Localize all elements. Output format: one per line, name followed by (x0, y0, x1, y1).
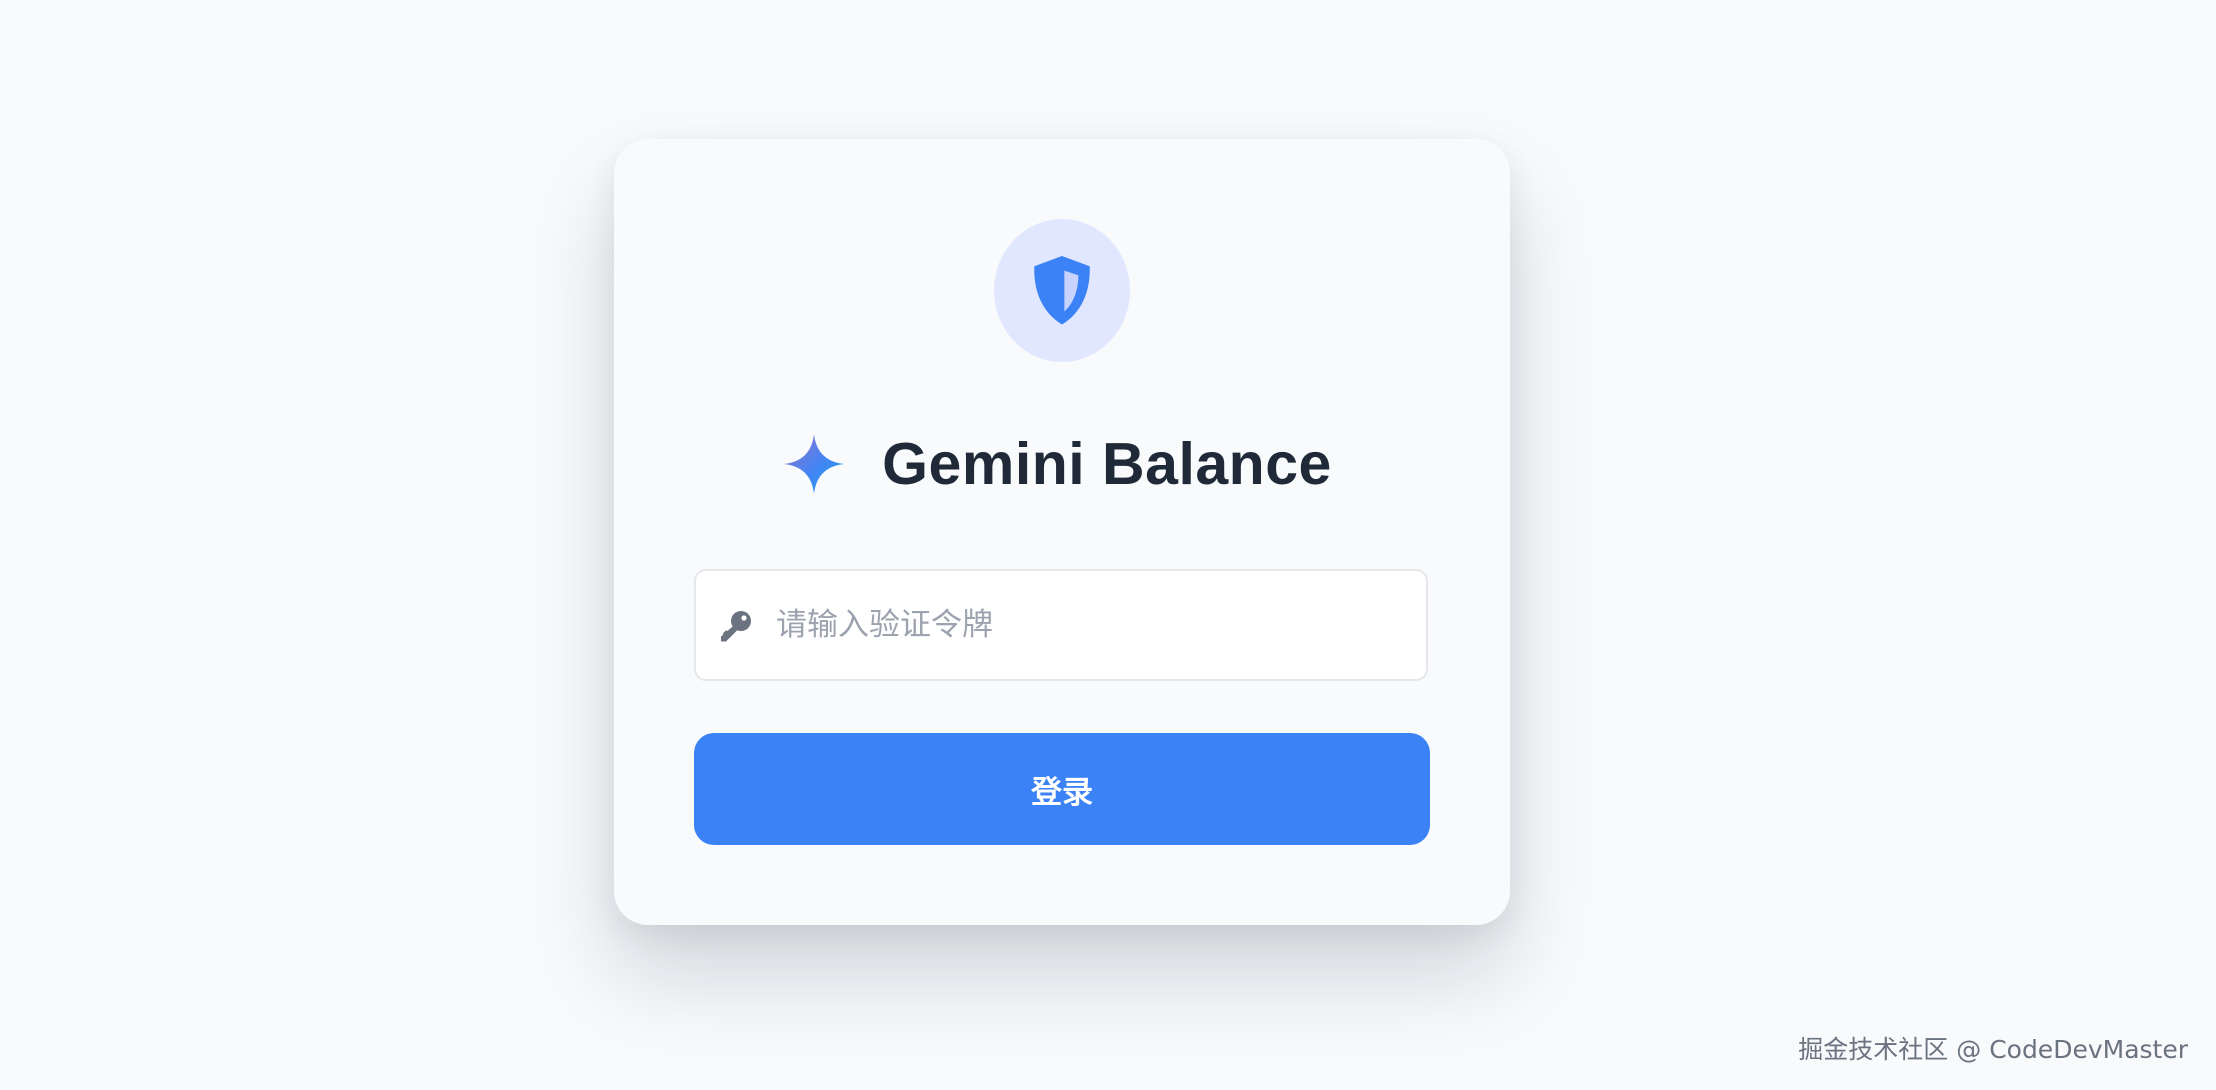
watermark-text: 掘金技术社区 @ CodeDevMaster (1798, 1035, 2188, 1064)
token-input[interactable] (776, 571, 1406, 679)
gemini-sparkle-icon (784, 434, 845, 494)
brand-header: Gemini Balance (614, 419, 1510, 509)
key-icon (721, 611, 751, 642)
login-page: Gemini Balance 登录 掘金技术社区 @ CodeDevMaster (0, 0, 2216, 1090)
login-button[interactable]: 登录 (694, 733, 1430, 845)
login-card: Gemini Balance 登录 (614, 139, 1510, 925)
token-field[interactable] (694, 569, 1428, 681)
app-title: Gemini Balance (882, 431, 1332, 497)
shield-half-icon (1034, 255, 1090, 325)
shield-badge (994, 219, 1130, 362)
